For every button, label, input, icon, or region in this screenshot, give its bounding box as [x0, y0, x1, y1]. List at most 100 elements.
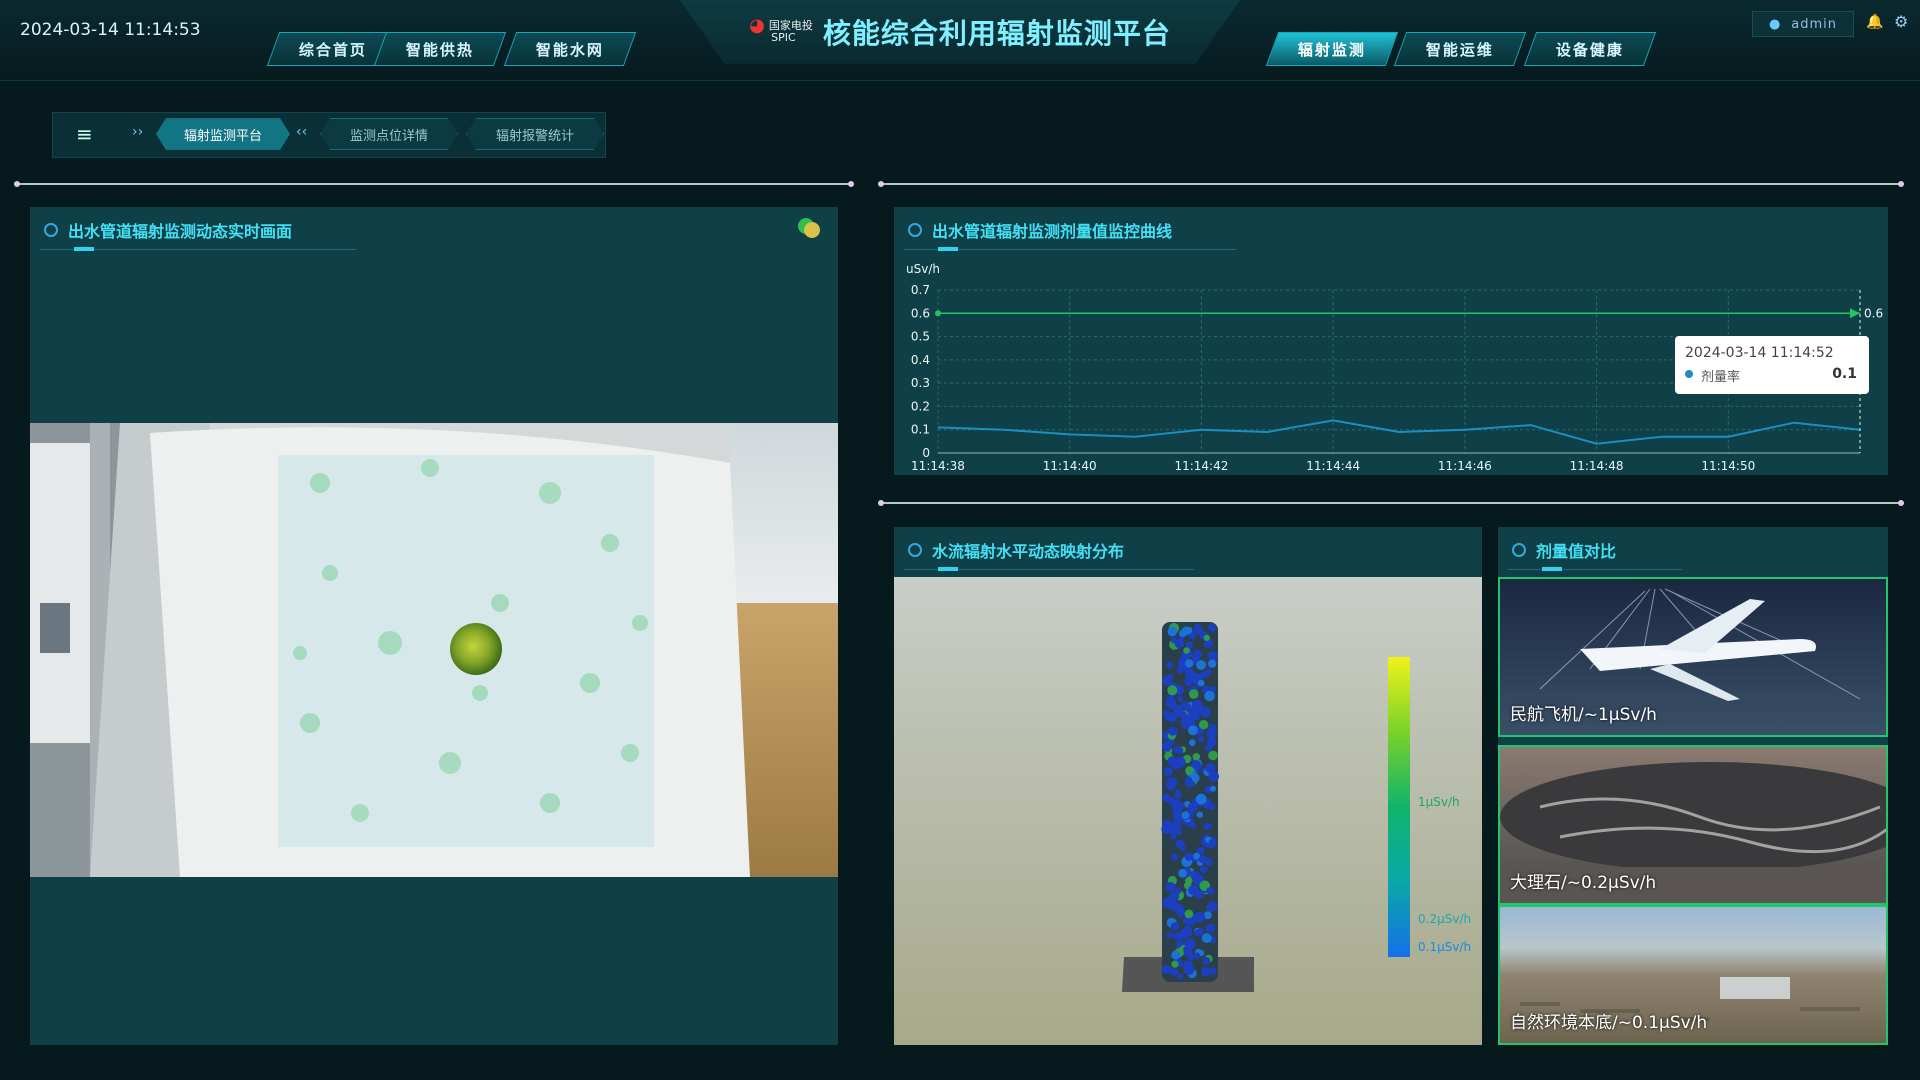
scale-label-02: 0.2μSv/h: [1418, 912, 1472, 926]
title-banner: ◕ 国家电投 SPIC 核能综合利用辐射监测平台: [680, 0, 1240, 64]
compare-airplane: 民航飞机/~1μSv/h: [1498, 577, 1888, 737]
x-tick-label: 11:14:40: [1043, 459, 1097, 473]
crumb-platform[interactable]: 辐射监测平台: [156, 118, 290, 150]
flow-particle: [1172, 812, 1183, 822]
flow-particle: [1168, 726, 1178, 736]
flow-particle: [1204, 690, 1215, 702]
x-tick-label: 11:14:38: [911, 459, 965, 473]
flow-particle: [1184, 777, 1193, 786]
flow-particle: [1188, 918, 1196, 926]
divider-dot: [14, 181, 20, 187]
flow-particle: [1163, 742, 1171, 750]
y-tick-label: 0.5: [911, 330, 930, 344]
tooltip-time: 2024-03-14 11:14:52: [1685, 345, 1834, 361]
flow-particle: [1178, 868, 1187, 878]
flow-particle: [1174, 792, 1182, 800]
user-menu[interactable]: ● admin: [1752, 11, 1854, 37]
flow-particle: [1195, 890, 1204, 899]
datetime: 2024-03-14 11:14:53: [20, 20, 201, 40]
flow-particle: [1170, 833, 1177, 840]
flow-particle: [1171, 960, 1179, 968]
y-axis-label: uSv/h: [906, 262, 940, 276]
flow-particle: [1165, 882, 1176, 892]
flow-particle: [1193, 623, 1203, 633]
flow-particle: [1170, 922, 1180, 931]
divider: [882, 502, 1902, 504]
x-tick-label: 11:14:48: [1570, 459, 1624, 473]
flow-particle: [1170, 967, 1179, 977]
menu-icon[interactable]: ≡: [76, 122, 93, 146]
flow-particle: [1209, 625, 1217, 632]
flow-particle: [1189, 822, 1196, 829]
flow-particle: [1181, 811, 1190, 820]
title-mark: [938, 247, 958, 251]
flow-particle: [1196, 660, 1206, 670]
nav-smart-maintenance[interactable]: 智能运维: [1393, 32, 1527, 66]
divider: [882, 183, 1902, 185]
flow-particle: [1166, 673, 1174, 681]
y-tick-label: 0.1: [911, 423, 930, 437]
tooltip-value: 0.1: [1832, 366, 1857, 382]
flow-particle: [1193, 952, 1201, 959]
crumb-point-detail[interactable]: 监测点位详情: [320, 118, 458, 150]
flow-particle: [1166, 932, 1173, 939]
nav-water-network[interactable]: 智能水网: [503, 32, 637, 66]
nav-heating[interactable]: 智能供热: [373, 32, 507, 66]
flow-particle: [1190, 870, 1200, 880]
flow-particle: [1208, 750, 1218, 761]
flow-particle: [1175, 839, 1185, 849]
flow-particle: [1177, 695, 1184, 702]
flow-particle: [1171, 950, 1181, 960]
flow-particle: [1174, 903, 1185, 914]
flow-particle: [1203, 822, 1212, 830]
compare-natural-background: 自然环境本底/~0.1μSv/h: [1498, 905, 1888, 1045]
flow-particle: [1209, 967, 1217, 975]
bell-icon[interactable]: 🔔: [1866, 14, 1883, 30]
divider-dot: [1898, 500, 1904, 506]
crumb-alarm-stats[interactable]: 辐射报警统计: [466, 118, 604, 150]
flow-particle: [1167, 756, 1178, 767]
spic-logo: ◕ 国家电投 SPIC: [749, 15, 813, 44]
flow-particle: [1192, 753, 1200, 761]
compare-marble: 大理石/~0.2μSv/h: [1498, 745, 1888, 905]
flow-particle: [1167, 685, 1178, 696]
compare-label-natural: 自然环境本底/~0.1μSv/h: [1510, 1013, 1708, 1033]
divider-dot: [1898, 181, 1904, 187]
y-tick-label: 0.6: [911, 306, 930, 320]
target-icon: [1512, 543, 1526, 557]
target-icon: [908, 543, 922, 557]
flow-particle: [1197, 679, 1205, 687]
divider-dot: [878, 500, 884, 506]
flow-particle: [1206, 737, 1217, 748]
flow-particle: [1185, 877, 1193, 885]
camera-panel-title: 出水管道辐射监测动态实时画面: [68, 222, 293, 241]
flow-particle: [1206, 887, 1213, 894]
x-tick-label: 11:14:44: [1306, 459, 1360, 473]
flow-particle: [1171, 799, 1183, 811]
flow-particle: [1202, 956, 1211, 965]
flow-particle: [1188, 739, 1196, 746]
compare-label-marble: 大理石/~0.2μSv/h: [1510, 873, 1657, 893]
threshold-label: 0.6: [1864, 306, 1883, 320]
color-scale-bar: [1388, 657, 1410, 957]
flow-3d-view[interactable]: 1μSv/h 0.2μSv/h 0.1μSv/h: [894, 577, 1482, 1045]
chart-tooltip: 2024-03-14 11:14:52 剂量率 0.1: [1675, 336, 1869, 394]
chevron-right-icon: ››: [132, 124, 144, 140]
flow-particle: [1208, 839, 1217, 848]
nav-device-health[interactable]: 设备健康: [1523, 32, 1657, 66]
flow-particle: [1167, 626, 1178, 637]
y-tick-label: 0.4: [911, 353, 930, 367]
gear-icon[interactable]: ⚙: [1894, 12, 1908, 31]
flow-particle: [1184, 852, 1194, 861]
flow-particle: [1208, 771, 1219, 782]
flow-particle: [1185, 626, 1193, 634]
page-title: 核能综合利用辐射监测平台: [822, 17, 1171, 50]
tooltip-series: 剂量率: [1701, 370, 1741, 385]
flow-particle: [1205, 923, 1216, 933]
scale-label-1: 1μSv/h: [1418, 795, 1460, 809]
camera-feed: [30, 423, 838, 877]
flow-particle: [1188, 689, 1199, 699]
flow-particle: [1169, 891, 1180, 902]
tooltip-marker: [1685, 370, 1693, 378]
nav-radiation-monitoring[interactable]: 辐射监测: [1265, 32, 1399, 66]
